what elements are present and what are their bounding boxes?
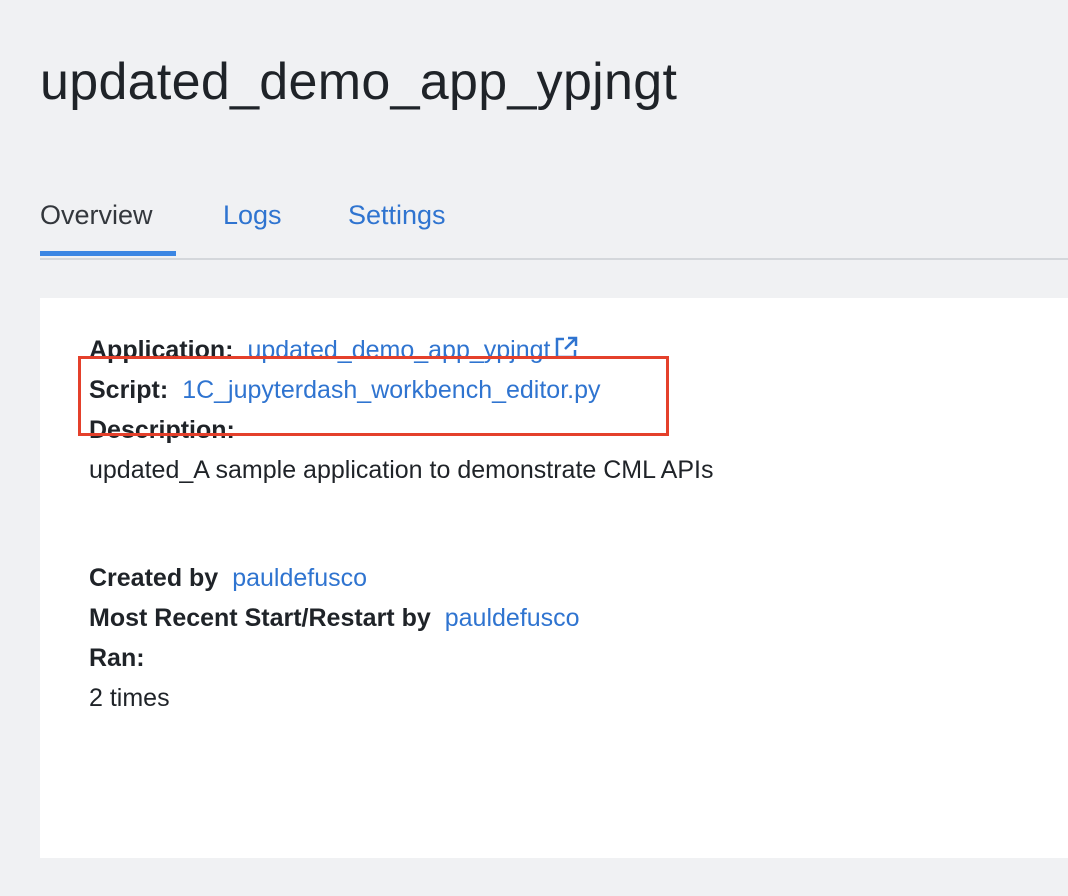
page-title: updated_demo_app_ypjngt: [40, 53, 678, 111]
created-by-label: Created by: [89, 564, 219, 592]
restart-by-label: Most Recent Start/Restart by: [89, 604, 431, 632]
tab-bar: Overview Logs Settings: [40, 196, 1068, 260]
active-tab-indicator: [40, 251, 176, 256]
created-by-row: Created by pauldefusco: [89, 558, 367, 598]
ran-label-text: Ran:: [89, 644, 145, 672]
description-value: updated_A sample application to demonstr…: [89, 456, 714, 484]
ran-label: Ran:: [89, 638, 145, 678]
overview-card: Application: updated_demo_app_ypjngt Scri…: [40, 298, 1068, 858]
highlight-box: [78, 356, 669, 436]
tab-overview[interactable]: Overview: [40, 200, 153, 231]
tab-settings[interactable]: Settings: [348, 200, 446, 231]
created-by-link[interactable]: pauldefusco: [232, 564, 367, 592]
tab-logs[interactable]: Logs: [223, 200, 282, 231]
ran-value: 2 times: [89, 684, 170, 712]
restart-by-row: Most Recent Start/Restart by pauldefusco: [89, 598, 580, 638]
restart-by-link[interactable]: pauldefusco: [445, 604, 580, 632]
